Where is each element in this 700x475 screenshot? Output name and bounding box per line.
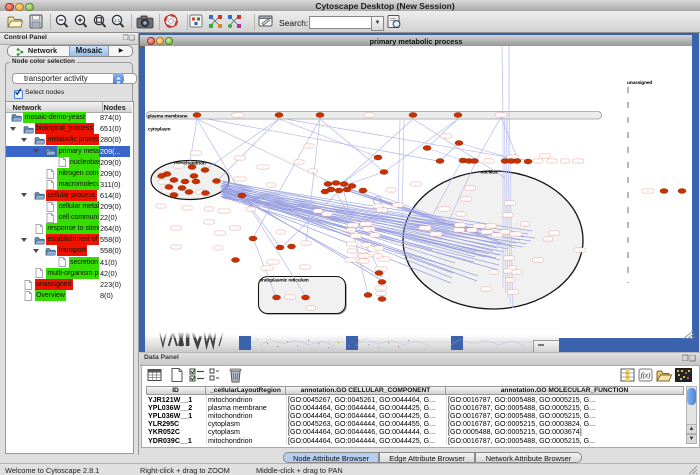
- svg-text:...: ...: [363, 260, 365, 263]
- svg-text:...: ...: [579, 249, 581, 252]
- svg-text:...: ...: [208, 221, 210, 224]
- svg-text:...: ...: [378, 247, 380, 250]
- svg-text:...: ...: [352, 224, 354, 227]
- svg-text:...: ...: [488, 160, 490, 163]
- svg-text:...: ...: [415, 183, 417, 186]
- svg-text:...: ...: [160, 205, 162, 208]
- svg-text:...: ...: [478, 225, 480, 228]
- svg-text:...: ...: [289, 296, 291, 299]
- svg-text:...: ...: [512, 291, 514, 294]
- svg-text:...: ...: [326, 213, 328, 216]
- svg-text:...: ...: [383, 258, 385, 261]
- svg-text:...: ...: [551, 160, 553, 163]
- svg-text:...: ...: [368, 228, 370, 231]
- svg-text:...: ...: [317, 210, 319, 213]
- svg-text:...: ...: [239, 178, 241, 181]
- svg-text:...: ...: [377, 255, 379, 258]
- svg-text:...: ...: [310, 307, 312, 310]
- svg-text:...: ...: [175, 246, 177, 249]
- svg-text:...: ...: [186, 207, 188, 210]
- svg-text:...: ...: [564, 160, 566, 163]
- svg-text:...: ...: [365, 223, 367, 226]
- svg-text:...: ...: [380, 287, 382, 290]
- svg-text:...: ...: [178, 165, 180, 168]
- svg-text:...: ...: [390, 189, 392, 192]
- svg-text:...: ...: [270, 184, 272, 187]
- svg-text:...: ...: [298, 161, 300, 164]
- svg-text:...: ...: [304, 266, 306, 269]
- svg-text:...: ...: [445, 135, 447, 138]
- svg-text:...: ...: [509, 202, 511, 205]
- svg-text:...: ...: [397, 204, 399, 207]
- svg-text:...: ...: [459, 224, 461, 227]
- svg-text:...: ...: [355, 235, 357, 238]
- svg-text:1:1: 1:1: [114, 18, 121, 23]
- svg-text:nucleus: nucleus: [481, 170, 499, 176]
- svg-text:...: ...: [351, 250, 353, 253]
- svg-text:...: ...: [458, 229, 460, 232]
- svg-text:...: ...: [237, 114, 239, 117]
- svg-text:...: ...: [208, 208, 210, 211]
- svg-text:...: ...: [312, 170, 314, 173]
- svg-text:...: ...: [365, 244, 367, 247]
- svg-text:...: ...: [351, 243, 353, 246]
- svg-text:...: ...: [537, 160, 539, 163]
- svg-text:...: ...: [374, 234, 376, 237]
- svg-text:...: ...: [486, 231, 488, 234]
- svg-text:...: ...: [308, 145, 310, 148]
- svg-text:plasma membrane: plasma membrane: [148, 113, 188, 119]
- svg-text:...: ...: [537, 259, 539, 262]
- svg-text:...: ...: [381, 209, 383, 212]
- svg-text:...: ...: [469, 187, 471, 190]
- svg-text:...: ...: [217, 247, 219, 250]
- svg-text:...: ...: [647, 190, 649, 193]
- svg-text:...: ...: [239, 157, 241, 160]
- svg-text:...: ...: [305, 242, 307, 245]
- svg-text:...: ...: [507, 214, 509, 217]
- svg-text:...: ...: [266, 267, 268, 270]
- svg-text:...: ...: [175, 227, 177, 230]
- svg-text:...: ...: [223, 210, 225, 213]
- svg-text:...: ...: [516, 271, 518, 274]
- svg-text:...: ...: [380, 293, 382, 296]
- svg-text:unassigned: unassigned: [627, 80, 652, 86]
- svg-text:...: ...: [363, 255, 365, 258]
- svg-text:...: ...: [280, 231, 282, 234]
- svg-text:...: ...: [496, 234, 498, 237]
- svg-text:...: ...: [547, 238, 549, 241]
- svg-text:...: ...: [515, 233, 517, 236]
- svg-text:cytoplasm: cytoplasm: [148, 127, 170, 133]
- svg-text:...: ...: [350, 259, 352, 262]
- svg-text:...: ...: [262, 166, 264, 169]
- svg-text:...: ...: [443, 208, 445, 211]
- svg-text:...: ...: [234, 227, 236, 230]
- svg-text:...: ...: [435, 233, 437, 236]
- svg-text:...: ...: [465, 198, 467, 201]
- svg-text:...: ...: [219, 232, 221, 235]
- svg-text:f(x): f(x): [641, 372, 651, 380]
- svg-text:...: ...: [577, 160, 579, 163]
- svg-text:...: ...: [166, 190, 168, 193]
- svg-text:...: ...: [490, 225, 492, 228]
- svg-text:...: ...: [500, 114, 502, 117]
- svg-text:...: ...: [485, 288, 487, 291]
- svg-text:...: ...: [163, 181, 165, 184]
- svg-text:...: ...: [544, 155, 546, 158]
- svg-text:...: ...: [507, 270, 509, 273]
- svg-text:...: ...: [524, 223, 526, 226]
- svg-text:...: ...: [553, 232, 555, 235]
- svg-text:...: ...: [424, 227, 426, 230]
- svg-text:...: ...: [350, 229, 352, 232]
- svg-text:...: ...: [504, 231, 506, 234]
- svg-text:...: ...: [250, 208, 252, 211]
- svg-text:...: ...: [368, 114, 370, 117]
- svg-text:endoplasmic reticulum: endoplasmic reticulum: [260, 278, 309, 284]
- svg-text:...: ...: [460, 213, 462, 216]
- svg-text:...: ...: [272, 261, 274, 264]
- svg-text:...: ...: [509, 279, 511, 282]
- svg-text:...: ...: [493, 271, 495, 274]
- svg-text:...: ...: [471, 229, 473, 232]
- svg-text:...: ...: [508, 257, 510, 260]
- svg-text:...: ...: [195, 152, 197, 155]
